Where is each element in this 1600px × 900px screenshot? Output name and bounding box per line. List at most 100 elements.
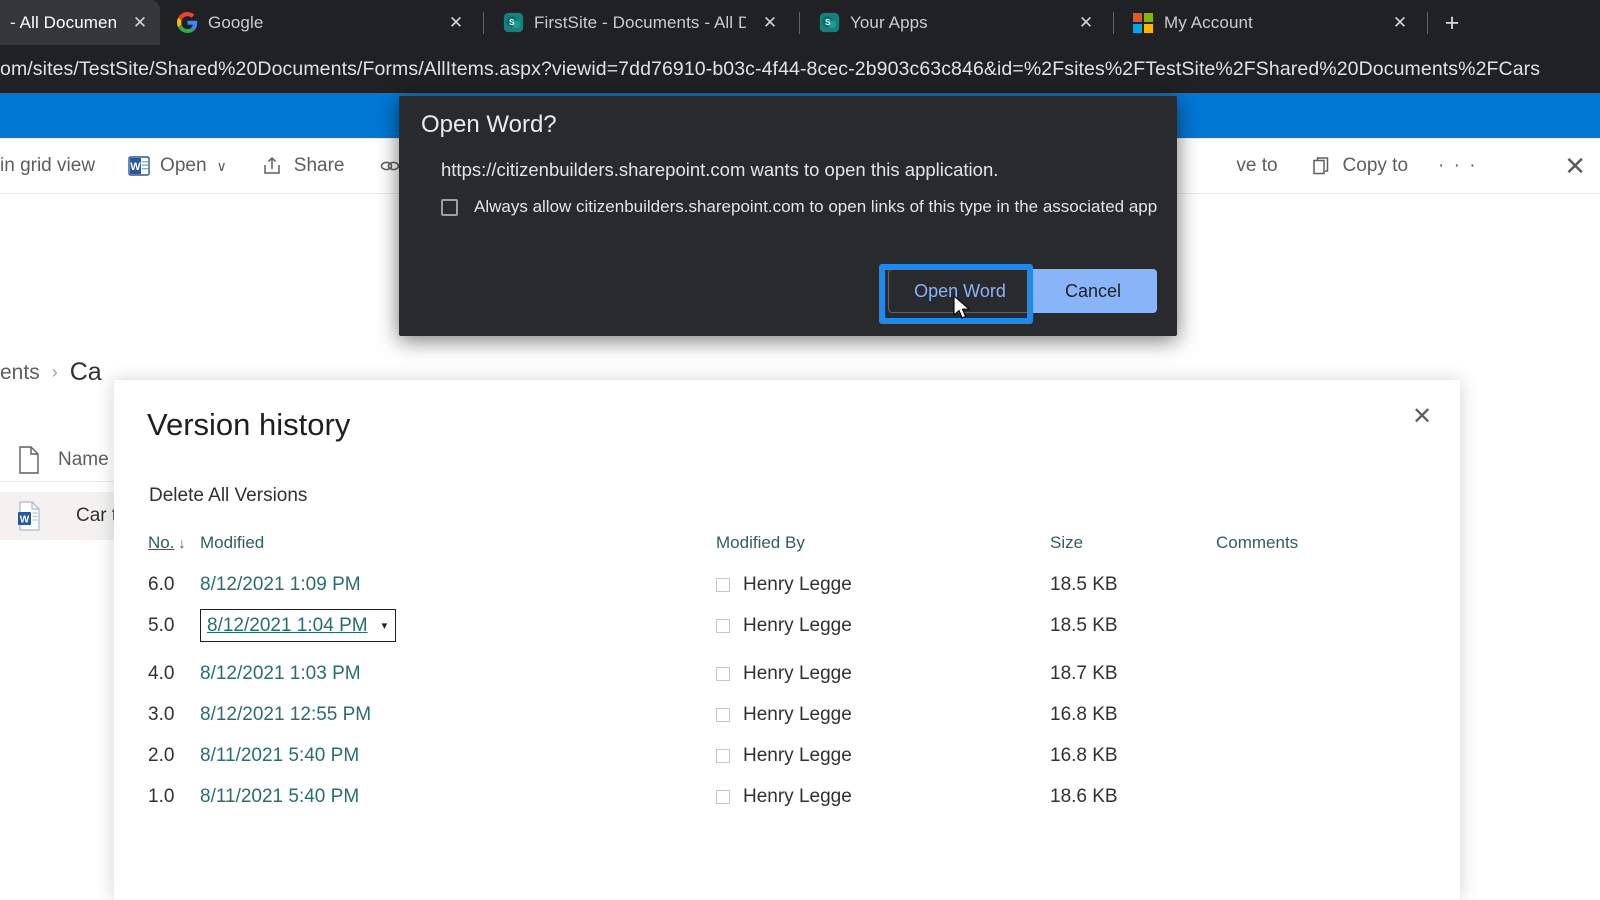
browser-chrome: - All Documents ✕ Google ✕ <box>0 0 1600 93</box>
command-share[interactable]: Share <box>251 146 355 186</box>
column-header-modified-by[interactable]: Modified By <box>716 533 1050 553</box>
version-size: 18.7 KB <box>1050 662 1118 684</box>
version-modified-dropdown[interactable]: 8/12/2021 1:04 PM ▾ <box>200 609 397 642</box>
version-number: 2.0 <box>148 744 175 766</box>
cancel-button[interactable]: Cancel <box>1029 269 1157 313</box>
version-row: 2.0 8/11/2021 5:40 PM Henry Legge 16.8 K… <box>148 735 1460 776</box>
column-header-size[interactable]: Size <box>1050 533 1216 553</box>
version-modified-cell: 8/12/2021 1:03 PM <box>200 663 716 685</box>
version-modified-cell: 8/11/2021 5:40 PM <box>200 745 716 767</box>
version-size: 18.5 KB <box>1050 614 1118 636</box>
tab-title: - All Documents <box>10 12 116 32</box>
version-size: 18.5 KB <box>1050 573 1118 595</box>
always-allow-label: Always allow citizenbuilders.sharepoint.… <box>474 197 1158 216</box>
close-icon[interactable]: ✕ <box>1386 9 1414 37</box>
close-icon[interactable]: ✕ <box>126 9 154 37</box>
version-row-checkbox[interactable] <box>716 666 730 681</box>
version-row: 1.0 8/11/2021 5:40 PM Henry Legge 18.6 K… <box>148 776 1460 817</box>
version-modified-by: Henry Legge <box>743 703 852 725</box>
version-modified-link[interactable]: 8/11/2021 5:40 PM <box>200 745 359 766</box>
always-allow-checkbox-row[interactable]: Always allow citizenbuilders.sharepoint.… <box>441 197 1157 217</box>
version-modified-cell: 8/12/2021 12:55 PM <box>200 704 716 726</box>
column-header-no-label: No. <box>148 533 175 552</box>
version-row-checkbox[interactable] <box>716 577 730 592</box>
word-document-icon: W <box>0 500 58 532</box>
column-header-modified[interactable]: Modified <box>200 533 716 553</box>
column-header-size-label: Size <box>1050 533 1084 552</box>
tab-all-documents[interactable]: - All Documents ✕ <box>0 0 160 45</box>
version-number: 6.0 <box>148 573 175 595</box>
breadcrumb-parent[interactable]: ents <box>0 361 40 385</box>
file-list-header-name[interactable]: Name <box>58 449 109 471</box>
version-size: 16.8 KB <box>1050 703 1118 725</box>
share-icon <box>261 154 285 178</box>
command-grid-view-label: in grid view <box>0 155 96 176</box>
version-size: 16.8 KB <box>1050 744 1118 766</box>
version-modified-by-cell: Henry Legge <box>716 574 1050 596</box>
command-overflow[interactable]: · · · <box>1428 146 1488 186</box>
version-modified-by-cell: Henry Legge <box>716 786 1050 808</box>
command-open[interactable]: W Open ∨ <box>117 146 237 186</box>
version-history-close-button[interactable]: ✕ <box>1400 394 1444 438</box>
tab-your-apps[interactable]: S Your Apps ✕ <box>808 0 1106 45</box>
tab-my-account[interactable]: My Account ✕ <box>1122 0 1420 45</box>
version-row: 4.0 8/12/2021 1:03 PM Henry Legge 18.7 K… <box>148 653 1460 694</box>
new-tab-button[interactable]: + <box>1437 8 1467 38</box>
close-icon[interactable]: ✕ <box>442 9 470 37</box>
version-modified-link[interactable]: 8/11/2021 5:40 PM <box>200 786 359 807</box>
version-modified-link[interactable]: 8/12/2021 12:55 PM <box>200 704 371 725</box>
open-word-dialog-title: Open Word? <box>421 111 557 138</box>
close-icon[interactable]: ✕ <box>756 9 784 37</box>
version-modified-link[interactable]: 8/12/2021 1:03 PM <box>200 663 361 684</box>
command-copy-to-label: Copy to <box>1342 155 1409 176</box>
close-icon: ✕ <box>1564 150 1586 181</box>
version-row: 5.0 8/12/2021 1:04 PM ▾ Henry Legge 18.5… <box>148 605 1460 646</box>
version-modified-by-cell: Henry Legge <box>716 704 1050 726</box>
tab-separator <box>1427 12 1428 34</box>
tab-google[interactable]: Google ✕ <box>166 0 476 45</box>
open-word-button[interactable]: Open Word <box>888 269 1032 313</box>
breadcrumb-separator-icon: › <box>51 362 58 382</box>
command-move-to[interactable]: ve to <box>1226 146 1287 186</box>
command-bar-close-button[interactable]: ✕ <box>1554 146 1600 186</box>
open-word-dialog-message: https://citizenbuilders.sharepoint.com w… <box>441 159 999 180</box>
svg-text:W: W <box>20 515 30 526</box>
version-modified-cell: 8/12/2021 1:04 PM ▾ <box>200 609 716 642</box>
column-header-no[interactable]: No. ↓ <box>148 533 200 553</box>
chevron-down-icon[interactable]: ∨ <box>217 158 227 175</box>
word-icon: W <box>127 154 151 178</box>
tab-separator <box>799 12 800 34</box>
version-size: 18.6 KB <box>1050 785 1118 807</box>
column-header-modified-by-label: Modified By <box>716 533 805 552</box>
always-allow-checkbox[interactable] <box>441 198 458 216</box>
breadcrumb-current: Ca <box>69 358 102 386</box>
delete-all-versions-button[interactable]: Delete All Versions <box>149 485 307 507</box>
version-row: 6.0 8/12/2021 1:09 PM Henry Legge 18.5 K… <box>148 564 1460 605</box>
cancel-button-label: Cancel <box>1064 280 1122 301</box>
version-modified-cell: 8/11/2021 5:40 PM <box>200 786 716 808</box>
chevron-down-icon[interactable]: ▾ <box>382 619 388 632</box>
tab-firstsite-documents[interactable]: S FirstSite - Documents - All Docum ✕ <box>492 0 790 45</box>
version-row-checkbox[interactable] <box>716 707 730 722</box>
version-modified-by: Henry Legge <box>743 573 852 595</box>
version-modified-by-cell: Henry Legge <box>716 615 1050 637</box>
version-row-checkbox[interactable] <box>716 618 730 633</box>
open-word-button-label: Open Word <box>914 280 1006 301</box>
command-copy-to[interactable]: Copy to <box>1300 146 1418 186</box>
version-row-checkbox[interactable] <box>716 789 730 804</box>
svg-text:W: W <box>130 161 141 173</box>
sort-descending-icon: ↓ <box>178 535 186 551</box>
command-grid-view[interactable]: in grid view <box>0 146 105 186</box>
version-history-table: No. ↓ Modified Modified By Size Comments … <box>148 528 1460 817</box>
version-modified-link[interactable]: 8/12/2021 1:09 PM <box>200 574 361 595</box>
close-icon[interactable]: ✕ <box>1072 9 1100 37</box>
column-header-comments[interactable]: Comments <box>1216 533 1416 553</box>
tab-title: My Account <box>1164 12 1253 32</box>
version-history-table-header: No. ↓ Modified Modified By Size Comments <box>148 528 1460 558</box>
close-icon: ✕ <box>1411 402 1433 430</box>
column-header-modified-label: Modified <box>200 533 265 552</box>
version-row: 3.0 8/12/2021 12:55 PM Henry Legge 16.8 … <box>148 694 1460 735</box>
google-icon <box>176 12 198 34</box>
version-row-checkbox[interactable] <box>716 748 730 763</box>
omnibox[interactable]: om/sites/TestSite/Shared%20Documents/For… <box>0 45 1600 93</box>
